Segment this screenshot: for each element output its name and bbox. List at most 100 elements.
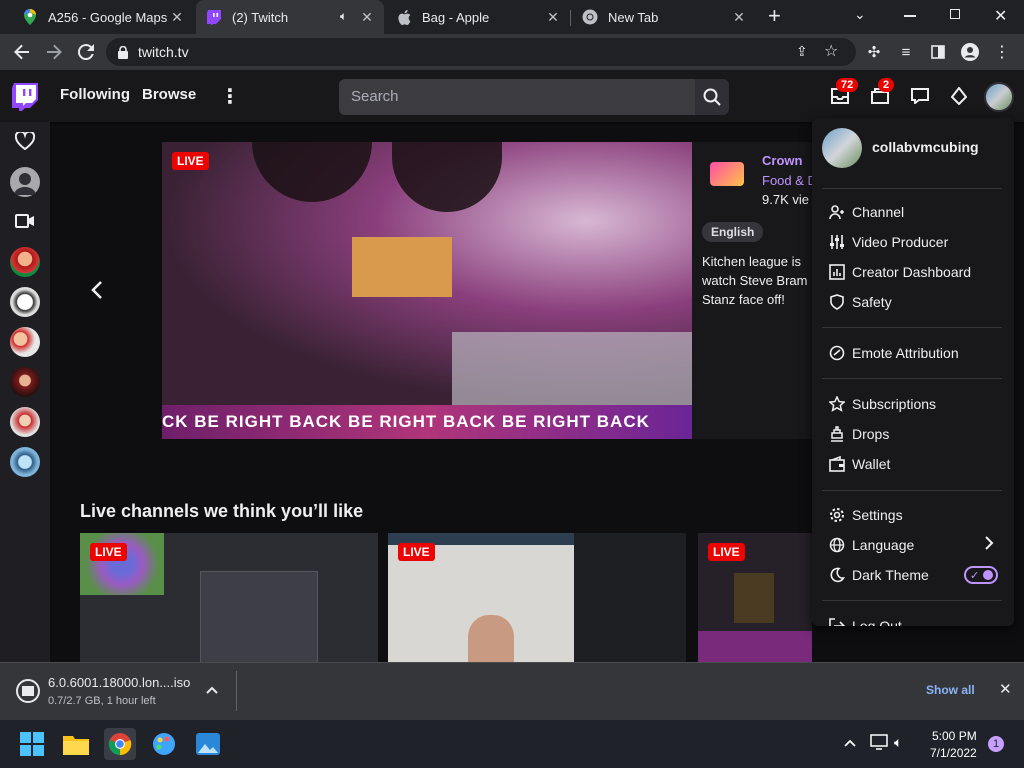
menu-item-settings[interactable]: Settings [828,504,903,526]
new-tab-button[interactable]: + [768,5,781,27]
live-badge: LIVE [398,543,435,561]
forward-icon[interactable] [42,40,66,64]
menu-item-creator-dashboard[interactable]: Creator Dashboard [828,261,971,283]
window-close-icon[interactable]: ✕ [994,6,1007,26]
tray-overflow-icon[interactable] [844,734,856,752]
person-icon [828,203,846,221]
twitch-icon [206,9,222,25]
language-tag[interactable]: English [702,222,764,242]
recommended-camera-icon[interactable] [15,214,35,233]
tab-google-maps[interactable]: A256 - Google Maps ✕ [12,0,194,34]
side-panel-icon[interactable] [926,40,950,64]
shield-icon [828,293,846,311]
stream-thumbnail[interactable]: LIVE [80,533,378,663]
photos-icon[interactable] [192,728,224,760]
share-icon[interactable]: ⇪ [796,43,808,60]
menu-item-wallet[interactable]: Wallet [828,453,890,475]
menu-item-safety[interactable]: Safety [828,291,892,313]
tab-search-icon[interactable]: ⌄ [854,6,866,23]
category-link[interactable]: Food & D [762,173,817,188]
check-icon: ✓ [970,570,980,582]
viewer-count: 9.7K vie [762,192,809,207]
menu-item-channel[interactable]: Channel [828,201,904,223]
logout-icon [828,617,846,626]
restore-icon[interactable] [950,9,960,19]
profile-icon[interactable] [958,40,982,64]
more-menu-icon[interactable]: ⋮ [220,84,240,109]
user-avatar-button[interactable] [984,82,1014,112]
menu-divider [822,378,1002,379]
media-control-icon[interactable]: ≡ [894,40,918,64]
channel-avatar[interactable] [10,247,40,277]
menu-item-subscriptions[interactable]: Subscriptions [828,393,936,415]
menu-item-emote-attribution[interactable]: Emote Attribution [828,342,959,364]
minimize-icon[interactable] [904,15,916,17]
windows-taskbar: 🔈︎ 5:00 PM 7/1/2022 1 [0,720,1024,768]
show-all-button[interactable]: Show all [926,683,975,697]
tab-title: (2) Twitch [232,9,289,25]
menu-item-log-out[interactable]: Log Out [828,615,902,626]
toggle-knob [983,570,993,580]
channel-avatar[interactable] [10,367,40,397]
channel-avatar[interactable] [10,327,40,357]
close-icon[interactable]: ✕ [170,10,184,24]
bookmark-star-icon[interactable]: ☆ [824,41,838,61]
notification-badge[interactable]: 1 [988,736,1004,752]
tab-new-tab[interactable]: New Tab ✕ [572,0,756,34]
file-explorer-icon[interactable] [60,728,92,760]
volume-icon[interactable]: 🔈︎ [894,734,902,751]
live-badge: LIVE [172,152,209,170]
paint-icon[interactable] [148,728,180,760]
menu-item-language[interactable]: Language [828,534,1000,556]
reload-icon[interactable] [74,40,98,64]
browse-link[interactable]: Browse [142,86,196,103]
twitch-logo-icon[interactable] [12,83,38,116]
windows-start-icon[interactable] [16,728,48,760]
tab-twitch[interactable]: (2) Twitch 🔈︎ ✕ [196,0,384,34]
address-bar[interactable]: twitch.tv ⇪ ☆ [106,38,856,66]
clock-time[interactable]: 5:00 PM [932,729,977,743]
channel-avatar[interactable] [10,407,40,437]
section-title: Live channels we think you’ll like [80,501,364,521]
clock-date[interactable]: 7/1/2022 [930,746,977,760]
tab-title: Bag - Apple [422,9,490,25]
featured-stream-player[interactable]: LIVE CK BE RIGHT BACK BE RIGHT BACK BE R… [162,142,692,439]
search-button[interactable] [695,79,729,115]
tab-separator [570,10,571,26]
stream-thumbnail[interactable]: LIVE [698,533,812,663]
carousel-prev-icon[interactable] [90,280,104,305]
whispers-icon[interactable] [908,84,932,108]
chevron-up-icon[interactable] [206,681,218,699]
divider [236,671,237,711]
search-input[interactable]: Search [339,79,695,115]
bits-icon[interactable] [947,84,971,108]
dark-theme-toggle[interactable]: ✓ [964,566,998,584]
followed-heart-icon[interactable] [14,130,36,155]
lock-icon[interactable] [118,45,128,59]
speaker-icon[interactable]: 🔈︎ [340,9,347,24]
menu-item-drops[interactable]: Drops [828,423,889,445]
menu-item-video-producer[interactable]: Video Producer [828,231,948,253]
close-icon[interactable]: ✕ [360,10,374,24]
menu-label: Dark Theme [852,567,929,583]
following-link[interactable]: Following [60,86,130,103]
close-shelf-icon[interactable]: ✕ [999,680,1012,698]
channel-logo[interactable] [710,162,744,186]
close-icon[interactable]: ✕ [732,10,746,24]
back-icon[interactable] [10,40,34,64]
channel-name[interactable]: Crown [762,153,802,168]
close-icon[interactable]: ✕ [546,10,560,24]
stream-thumbnail[interactable]: LIVE [388,533,686,663]
tab-apple[interactable]: Bag - Apple ✕ [386,0,570,34]
menu-item-dark-theme[interactable]: Dark Theme ✓ [828,564,1000,586]
chrome-menu-icon[interactable]: ⋮ [990,40,1014,64]
network-icon[interactable] [870,734,888,755]
channel-avatar[interactable] [10,167,40,197]
chrome-taskbar-icon[interactable] [104,728,136,760]
extensions-icon[interactable]: ✣ [862,40,886,64]
live-badge: LIVE [708,543,745,561]
emote-icon [828,344,846,362]
channel-avatar[interactable] [10,287,40,317]
download-filename[interactable]: 6.0.6001.18000.lon....iso [48,675,190,690]
channel-avatar[interactable] [10,447,40,477]
